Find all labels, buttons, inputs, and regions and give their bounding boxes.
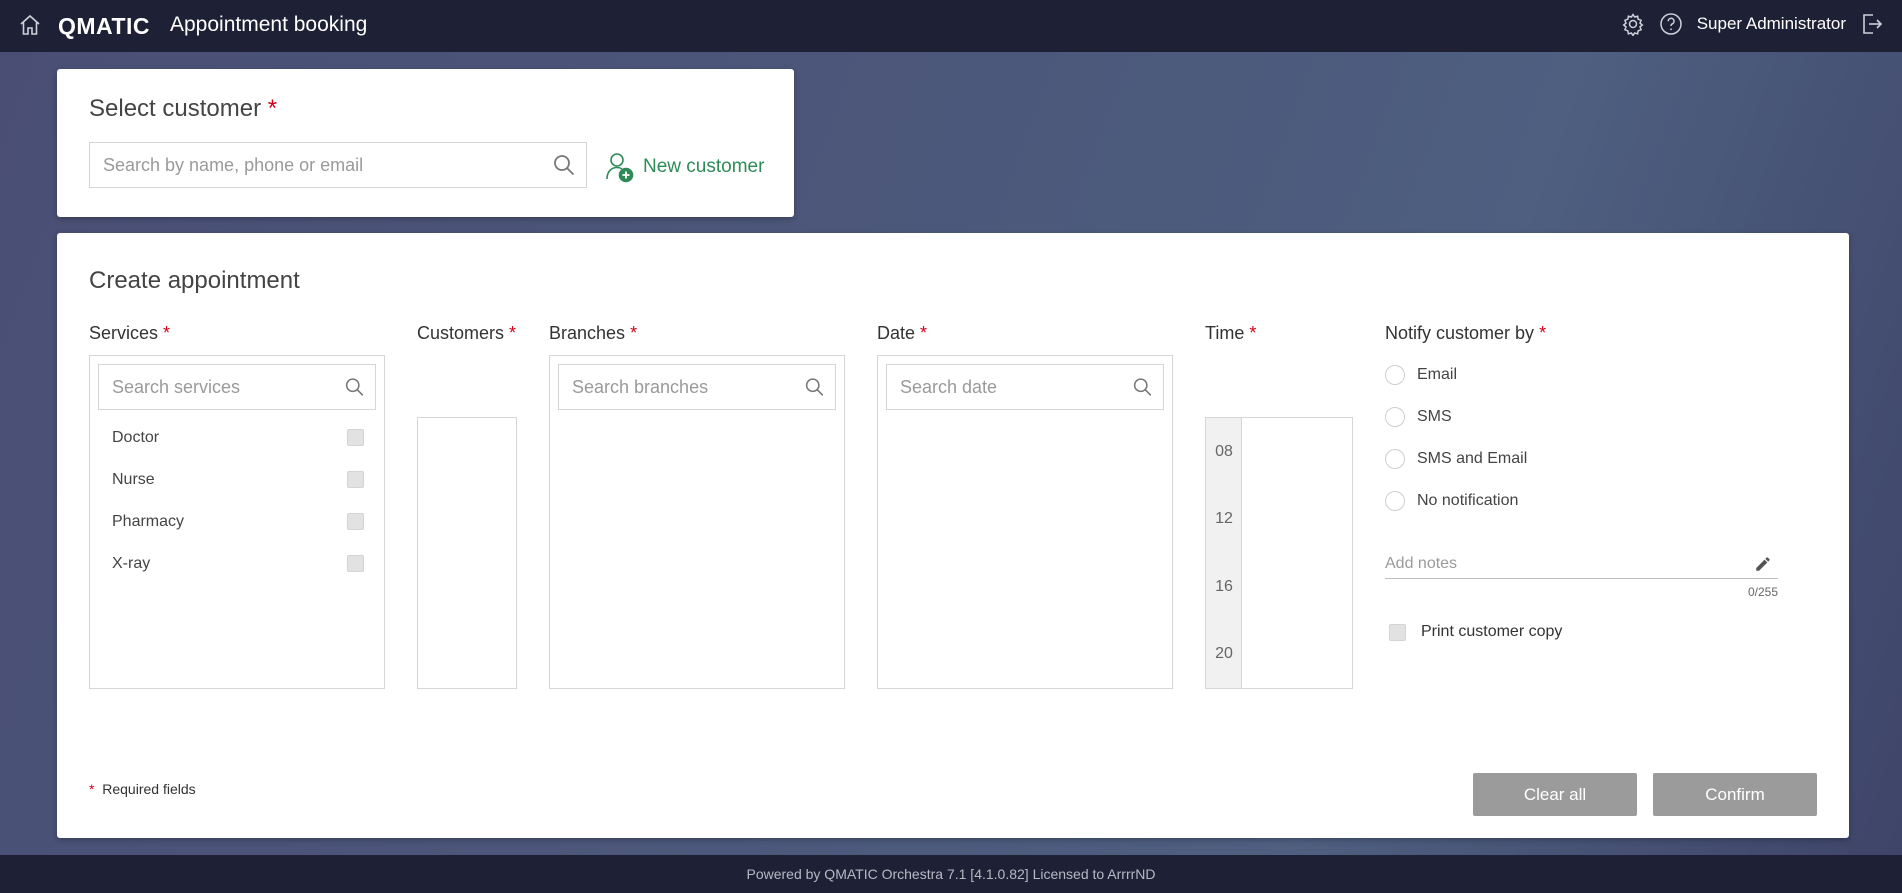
time-label-12: 12 [1215, 510, 1233, 527]
user-name[interactable]: Super Administrator [1697, 14, 1846, 34]
branches-search-box [558, 364, 836, 410]
services-search-box [98, 364, 376, 410]
notes-field [1385, 549, 1778, 579]
footer: Powered by QMATIC Orchestra 7.1 [4.1.0.8… [0, 855, 1902, 893]
notes-input[interactable] [1385, 554, 1754, 573]
app-title: Appointment booking [170, 13, 368, 36]
date-label: Date * [877, 323, 928, 343]
print-copy-label: Print customer copy [1421, 623, 1563, 640]
footer-text: Powered by QMATIC Orchestra 7.1 [4.1.0.8… [746, 866, 1156, 882]
time-label-16: 16 [1215, 578, 1233, 595]
service-item-nurse[interactable]: Nurse [112, 471, 155, 489]
notify-option-sms-and-email-label: SMS and Email [1417, 450, 1528, 467]
create-appointment-card: Create appointment Services * Customers … [57, 233, 1849, 838]
notify-option-sms-and-email[interactable]: SMS and Email [1385, 449, 1527, 469]
service-item-xray[interactable]: X-ray [112, 555, 150, 573]
header-actions: Super Administrator [1621, 12, 1884, 36]
date-search-input[interactable] [887, 365, 1132, 409]
notify-option-sms[interactable]: SMS [1385, 407, 1452, 427]
notify-option-sms-label: SMS [1417, 408, 1452, 425]
time-panel: 08 12 16 20 [1205, 417, 1353, 689]
required-fields-note: * Required fields [89, 781, 196, 797]
services-panel: Doctor Nurse Pharmacy X-ray [89, 355, 385, 689]
print-customer-copy[interactable]: Print customer copy [1389, 623, 1562, 641]
service-item-doctor[interactable]: Doctor [112, 429, 159, 447]
service-checkbox-pharmacy[interactable] [347, 513, 364, 530]
help-icon[interactable] [1659, 12, 1683, 36]
search-icon[interactable] [552, 153, 576, 177]
branches-panel [549, 355, 845, 689]
notes-counter: 0/255 [1747, 585, 1778, 599]
select-customer-title-text: Select customer [89, 95, 262, 122]
services-search-input[interactable] [99, 365, 344, 409]
create-appointment-title: Create appointment [89, 267, 300, 294]
notify-option-email-label: Email [1417, 366, 1458, 383]
radio-sms-and-email[interactable] [1385, 449, 1405, 469]
notify-option-none[interactable]: No notification [1385, 491, 1518, 511]
notify-label: Notify customer by * [1385, 323, 1547, 343]
add-user-icon [606, 153, 634, 183]
time-label-20: 20 [1215, 645, 1233, 662]
radio-sms[interactable] [1385, 407, 1405, 427]
service-checkbox-xray[interactable] [347, 555, 364, 572]
time-label: Time * [1205, 323, 1257, 343]
customers-label: Customers * [417, 323, 517, 343]
service-checkbox-doctor[interactable] [347, 429, 364, 446]
service-checkbox-nurse[interactable] [347, 471, 364, 488]
search-icon[interactable] [1132, 375, 1153, 399]
print-copy-checkbox[interactable] [1389, 623, 1406, 641]
time-label-08: 08 [1215, 443, 1233, 460]
time-gutter: 08 12 16 20 [1206, 418, 1242, 688]
radio-no-notification[interactable] [1385, 491, 1405, 511]
customer-search-box [89, 142, 587, 188]
pencil-icon[interactable] [1754, 555, 1772, 573]
service-item-pharmacy[interactable]: Pharmacy [112, 513, 184, 531]
select-customer-card: Select customer * New customer [57, 69, 794, 217]
branches-label: Branches * [549, 323, 638, 343]
search-icon[interactable] [344, 375, 365, 399]
new-customer-label: New customer [643, 156, 765, 177]
logout-icon[interactable] [1860, 12, 1884, 36]
new-customer-button[interactable]: New customer [605, 151, 764, 183]
confirm-button[interactable]: Confirm [1653, 773, 1817, 816]
notify-option-email[interactable]: Email [1385, 365, 1457, 385]
search-icon[interactable] [804, 375, 825, 399]
services-label: Services * [89, 323, 171, 343]
clear-all-button[interactable]: Clear all [1473, 773, 1637, 816]
date-search-box [886, 364, 1164, 410]
branches-search-input[interactable] [559, 365, 804, 409]
select-customer-title: Select customer * [89, 95, 277, 123]
radio-email[interactable] [1385, 365, 1405, 385]
date-panel [877, 355, 1173, 689]
brand-logo: QMATIC [58, 13, 151, 39]
top-bar: QMATIC Appointment booking Super Adminis… [0, 0, 1902, 52]
home-icon[interactable] [18, 13, 42, 37]
notify-option-none-label: No notification [1417, 492, 1519, 509]
customers-panel [417, 417, 517, 689]
gear-icon[interactable] [1621, 12, 1645, 36]
required-mark: * [267, 95, 278, 122]
customer-search-input[interactable] [90, 143, 552, 187]
